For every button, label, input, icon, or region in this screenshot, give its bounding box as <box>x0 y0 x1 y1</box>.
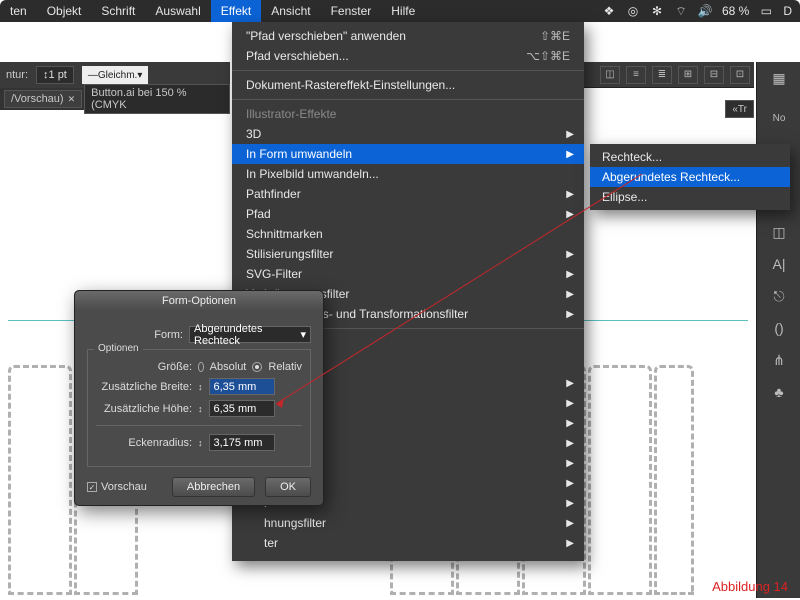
menubar-item-hilfe[interactable]: Hilfe <box>381 0 425 22</box>
menu-item-convert-to-shape[interactable]: In Form umwandeln▶ <box>232 144 584 164</box>
cancel-button[interactable]: Abbrechen <box>172 477 255 497</box>
form-label: Form: <box>87 329 183 341</box>
perspective-grid-icon[interactable]: ◫ <box>600 66 620 84</box>
menu-item-cropmarks[interactable]: Schnittmarken <box>232 224 584 244</box>
menubar-item-bearbeiten[interactable]: ten <box>0 0 37 22</box>
convert-to-shape-submenu: Rechteck... Abgerundetes Rechteck... Ell… <box>590 144 790 210</box>
dialog-title: Form-Optionen <box>75 291 323 311</box>
kontur-label: ntur: <box>6 69 28 81</box>
system-tray: ❖ ◎ ✻ ⌔ 🔊 68 % ▭ D <box>602 4 800 18</box>
corner-radius-field[interactable]: 3,175 mm <box>209 434 275 451</box>
menubar-item-effekt[interactable]: Effekt <box>211 0 261 22</box>
swatches-icon[interactable]: ♣ <box>757 376 800 408</box>
links-icon[interactable]: ⎋ <box>757 280 800 312</box>
menu-item-document-raster[interactable]: Dokument-Rastereffekt-Einstellungen... <box>232 75 584 95</box>
document-tab[interactable]: /Vorschau)✕ <box>4 90 82 108</box>
chevron-right-icon: ▶ <box>566 189 574 200</box>
panel-label[interactable]: No <box>757 102 800 134</box>
wifi-icon[interactable]: ⌔ <box>674 4 688 18</box>
dropbox-icon[interactable]: ❖ <box>602 4 616 18</box>
crop-icon[interactable]: ◫ <box>757 216 800 248</box>
right-panel-dock: ▦ No ⧈ ◫ A| ⎋ () ⋔ ♣ <box>756 62 800 598</box>
extra-height-field[interactable]: 6,35 mm <box>209 400 275 417</box>
submenu-item-rounded-rectangle[interactable]: Abgerundetes Rechteck... <box>590 167 790 187</box>
align-icon[interactable]: ≣ <box>652 66 672 84</box>
corner-radius-label: Eckenradius: <box>96 437 192 449</box>
type-icon[interactable]: A| <box>757 248 800 280</box>
sync-icon[interactable]: ◎ <box>626 4 640 18</box>
menubar-item-schrift[interactable]: Schrift <box>91 0 145 22</box>
ok-button[interactable]: OK <box>265 477 311 497</box>
chevron-right-icon: ▶ <box>566 129 574 140</box>
submenu-item-rectangle[interactable]: Rechteck... <box>590 147 790 167</box>
menu-item-last-effect[interactable]: Pfad verschieben...⌥⇧⌘E <box>232 46 584 66</box>
shape-dropdown[interactable]: Abgerundetes Rechteck ▾ <box>189 326 311 343</box>
menu-item-svg-filters[interactable]: SVG-Filter▶ <box>232 264 584 284</box>
menu-item-rasterize[interactable]: In Pixelbild umwandeln... <box>232 164 584 184</box>
document-tabs: /Vorschau)✕ Button.ai bei 150 % (CMYK <box>0 88 230 110</box>
menu-item-apply-last[interactable]: "Pfad verschieben" anwenden⇧⌘E <box>232 26 584 46</box>
stroke-width-field[interactable]: ↕ 1 pt <box>36 66 74 84</box>
menubar-item-ansicht[interactable]: Ansicht <box>261 0 320 22</box>
menu-section-header: Illustrator-Effekte <box>232 104 584 124</box>
options-group: Optionen Größe: Absolut Relativ Zusätzli… <box>87 349 311 467</box>
workspace-switcher: ◫ ≡ ≣ ⊞ ⊟ ⊡ <box>554 62 754 88</box>
battery-icon[interactable]: ▭ <box>759 4 773 18</box>
close-icon[interactable]: ✕ <box>68 94 76 105</box>
stroke-profile-dropdown[interactable]: — Gleichm. ▾ <box>82 66 148 84</box>
menubar: ten Objekt Schrift Auswahl Effekt Ansich… <box>0 0 800 22</box>
menu-item-stylize[interactable]: Stilisierungsfilter▶ <box>232 244 584 264</box>
shape-options-dialog: Form-Optionen Form: Abgerundetes Rechtec… <box>74 290 324 506</box>
menubar-item-objekt[interactable]: Objekt <box>37 0 92 22</box>
chevron-right-icon: ▶ <box>566 269 574 280</box>
chevron-right-icon: ▶ <box>566 309 574 320</box>
align-icon[interactable]: ≡ <box>626 66 646 84</box>
symbols-icon[interactable]: () <box>757 312 800 344</box>
menubar-item-auswahl[interactable]: Auswahl <box>145 0 210 22</box>
chevron-right-icon: ▶ <box>566 209 574 220</box>
radio-relativ-label: Relativ <box>268 361 302 373</box>
size-label: Größe: <box>96 361 192 373</box>
chevron-right-icon: ▶ <box>566 289 574 300</box>
bluetooth-icon[interactable]: ✻ <box>650 4 664 18</box>
volume-icon[interactable]: 🔊 <box>698 4 712 18</box>
date-fragment: D <box>783 4 792 18</box>
align-icon[interactable]: ⊟ <box>704 66 724 84</box>
menu-item-3d[interactable]: 3D▶ <box>232 124 584 144</box>
radio-absolut-label: Absolut <box>210 361 247 373</box>
radio-relativ[interactable] <box>252 362 262 372</box>
extra-width-field[interactable]: 6,35 mm <box>209 378 275 395</box>
figure-caption: Abbildung 14 <box>712 579 788 594</box>
panel-tab-transform[interactable]: « Tr <box>725 100 754 118</box>
menubar-item-fenster[interactable]: Fenster <box>321 0 382 22</box>
document-tab[interactable]: Button.ai bei 150 % (CMYK <box>84 84 230 114</box>
grid-panel-icon[interactable]: ▦ <box>757 62 800 94</box>
options-legend: Optionen <box>94 343 143 354</box>
menu-item-pathfinder[interactable]: Pathfinder▶ <box>232 184 584 204</box>
align-icon[interactable]: ⊡ <box>730 66 750 84</box>
submenu-item-ellipse[interactable]: Ellipse... <box>590 187 790 207</box>
menu-item-path[interactable]: Pfad▶ <box>232 204 584 224</box>
extra-width-label: Zusätzliche Breite: <box>96 381 192 393</box>
brushes-icon[interactable]: ⋔ <box>757 344 800 376</box>
menu-item[interactable]: hnungsfilter▶ <box>232 513 584 533</box>
chevron-right-icon: ▶ <box>566 249 574 260</box>
battery-text: 68 % <box>722 4 749 18</box>
radio-absolut[interactable] <box>198 362 204 372</box>
extra-height-label: Zusätzliche Höhe: <box>96 403 192 415</box>
menu-item[interactable]: ter▶ <box>232 533 584 553</box>
chevron-right-icon: ▶ <box>566 149 574 160</box>
align-icon[interactable]: ⊞ <box>678 66 698 84</box>
preview-checkbox[interactable]: ✓Vorschau <box>87 477 147 497</box>
